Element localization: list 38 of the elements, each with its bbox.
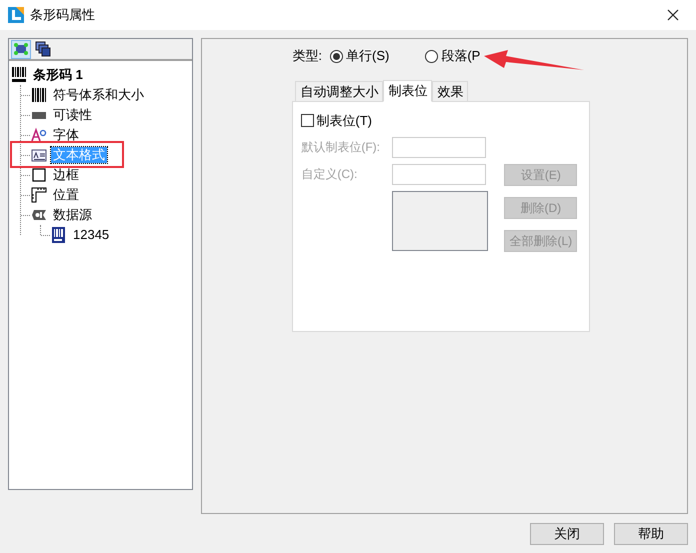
tree-item[interactable]: 12345: [71, 227, 112, 243]
type-label: 类型:: [292, 47, 322, 66]
tag-icon: [31, 207, 47, 223]
tree-item[interactable]: 符号体系和大小: [51, 87, 146, 103]
tab[interactable]: 自动调整大小: [295, 81, 384, 101]
radio-button[interactable]: [425, 50, 438, 62]
tab[interactable]: 制表位: [383, 80, 432, 102]
checkbox-option[interactable]: 制表位(T): [301, 111, 582, 130]
field-label: 自定义(C):: [301, 166, 358, 183]
field-label: 默认制表位(F):: [301, 139, 382, 156]
tree-item[interactable]: 数据源: [51, 207, 94, 223]
close-icon: [667, 9, 679, 21]
tree-item[interactable]: 可读性: [51, 107, 94, 123]
barcode-bars-icon: [31, 87, 47, 103]
stacked-layers-icon: [35, 41, 51, 57]
toolbar-button[interactable]: [11, 40, 31, 58]
checkbox[interactable]: [301, 114, 314, 128]
tree-item[interactable]: 条形码 1: [31, 67, 85, 83]
data-field-icon: [51, 227, 67, 243]
tree-item[interactable]: 位置: [51, 187, 81, 203]
tab-stop-list[interactable]: [392, 190, 488, 250]
tree-item[interactable]: 字体: [51, 127, 81, 143]
square-frame-icon: [31, 167, 47, 183]
app-logo-icon: [8, 7, 24, 23]
toolbar-button[interactable]: [33, 40, 53, 58]
radio-option[interactable]: 段落(P: [425, 46, 480, 66]
radio-option[interactable]: 单行(S): [330, 46, 390, 66]
dialog-button[interactable]: 关闭: [530, 523, 604, 545]
radio-button[interactable]: [330, 50, 343, 62]
barcode-icon: [11, 67, 27, 83]
ruler-icon: [31, 187, 47, 203]
text-format-icon: [31, 147, 47, 163]
tree-item[interactable]: 边框: [51, 167, 81, 183]
dialog-button[interactable]: 帮助: [614, 523, 688, 545]
window-title: 条形码属性: [30, 6, 95, 24]
node-frame-icon: [13, 41, 29, 57]
font-icon: [31, 127, 47, 143]
tab[interactable]: 效果: [432, 81, 468, 101]
